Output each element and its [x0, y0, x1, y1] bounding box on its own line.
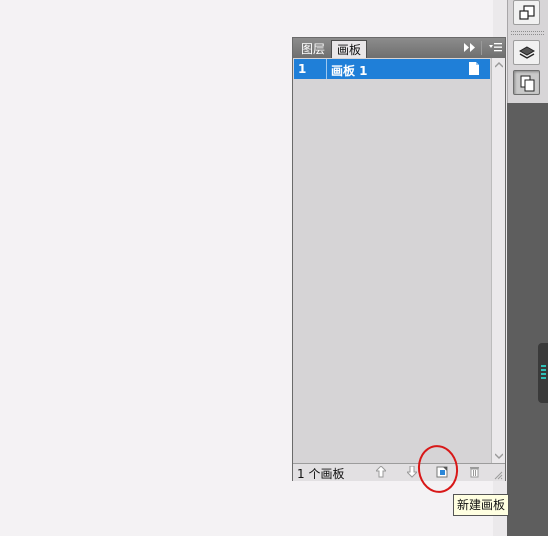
panel-tab-bar: 图层 画板	[293, 38, 505, 58]
tab-artboards[interactable]: 画板	[331, 40, 368, 58]
artboard-tool-button[interactable]	[513, 0, 540, 25]
list-scrollbar[interactable]	[491, 58, 505, 465]
dock-grip[interactable]	[511, 31, 544, 32]
dock-grip-2	[511, 34, 544, 35]
layers-panel-button[interactable]	[513, 40, 540, 65]
dock-scroll-tab[interactable]	[538, 343, 548, 403]
row-divider	[326, 59, 327, 79]
artboard-number: 1	[298, 62, 307, 76]
scroll-down-icon[interactable]	[495, 453, 503, 459]
artboard-count: 1 个画板	[297, 467, 345, 481]
artboard-name[interactable]: 画板 1	[331, 62, 368, 79]
delete-artboard-icon[interactable]	[469, 466, 480, 478]
move-down-icon[interactable]	[407, 466, 417, 478]
layers-icon	[518, 46, 536, 59]
panel-footer: 1 个画板	[293, 463, 505, 481]
artboards-panel-icon	[520, 75, 535, 92]
tab-bar-separator	[481, 41, 482, 55]
artboard-icon	[519, 5, 535, 20]
resize-grip-icon[interactable]	[493, 470, 503, 480]
artboards-panel: 图层 画板 1 画板 1 1 个画板	[292, 37, 506, 481]
collapse-panel-icon[interactable]	[464, 43, 476, 52]
list-item[interactable]: 1 画板 1	[294, 59, 490, 79]
move-up-icon[interactable]	[376, 466, 386, 478]
artboard-options-icon[interactable]	[469, 62, 479, 75]
panel-menu-icon[interactable]	[489, 42, 503, 53]
tooltip: 新建画板	[453, 494, 510, 516]
artboard-list: 1 画板 1	[293, 58, 491, 465]
tab-layers[interactable]: 图层	[296, 40, 330, 58]
scroll-up-icon[interactable]	[495, 62, 503, 68]
artboards-panel-button[interactable]	[513, 70, 540, 95]
